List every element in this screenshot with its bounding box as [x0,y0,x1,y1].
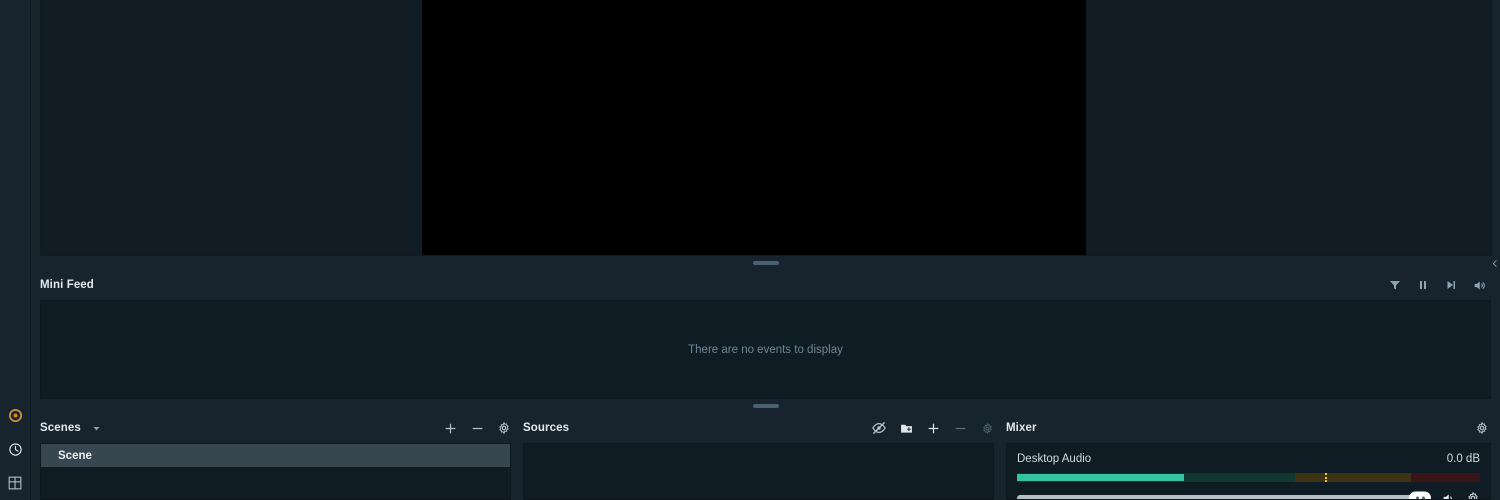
mini-feed-body: There are no events to display [40,300,1491,399]
pause-icon[interactable] [1416,278,1430,292]
add-scene-icon[interactable] [443,421,457,435]
remove-source-icon[interactable] [953,421,967,435]
app-window: Mini Feed There are no events to display… [0,0,1500,500]
preview-resize-handle[interactable] [31,256,1500,270]
main-content-column: Mini Feed There are no events to display… [31,0,1500,500]
layout-icon[interactable] [4,472,26,494]
preview-area [31,0,1500,256]
scenes-title: Scenes [40,422,81,434]
clock-icon[interactable] [4,438,26,460]
mini-feed-header: Mini Feed [40,270,1491,300]
preview-stage[interactable] [40,0,1492,256]
mixer-actions [1475,421,1491,435]
mixer-channel-db: 0.0 dB [1446,453,1480,465]
scene-list-item[interactable]: Scene [41,444,510,467]
vu-zone-yellow [1294,473,1411,482]
add-source-icon[interactable] [926,421,940,435]
mixer-channel-header: Desktop Audio 0.0 dB [1017,453,1480,465]
sources-header: Sources [523,413,994,443]
scenes-header: Scenes [40,413,511,443]
add-folder-icon[interactable] [899,421,913,435]
mixer-panel: Mixer Desktop Audio 0.0 dB [1006,413,1491,500]
skip-next-icon[interactable] [1444,278,1458,292]
mixer-channel: Desktop Audio 0.0 dB [1017,453,1480,499]
volume-row [1017,491,1480,499]
themes-icon[interactable] [4,404,26,426]
remove-scene-icon[interactable] [470,421,484,435]
scene-settings-icon[interactable] [497,421,511,435]
vu-level-fill [1017,473,1184,482]
filter-icon[interactable] [1388,278,1402,292]
scenes-panel: Scenes Scene [40,413,511,500]
mixer-settings-icon[interactable] [1475,421,1489,435]
scenes-title-group: Scenes [40,421,104,435]
volume-icon[interactable] [1472,278,1486,292]
mini-feed-resize-handle[interactable] [31,399,1500,413]
mixer-title: Mixer [1006,422,1037,434]
stream-canvas[interactable] [422,0,1086,255]
mute-icon[interactable] [1441,491,1455,499]
mixer-list: Desktop Audio 0.0 dB [1006,443,1491,500]
mini-feed-title: Mini Feed [40,279,94,291]
sources-actions [872,421,994,435]
mini-feed-actions [1388,278,1491,292]
mixer-header: Mixer [1006,413,1491,443]
volume-slider[interactable] [1017,491,1431,499]
mini-feed-panel: Mini Feed There are no events to display [31,270,1500,399]
volume-slider-thumb[interactable] [1409,491,1431,499]
vu-peak-marker [1324,473,1327,482]
sources-panel: Sources [523,413,994,500]
sources-title: Sources [523,422,570,434]
mixer-channel-name: Desktop Audio [1017,453,1092,465]
vu-zone-red [1410,473,1480,482]
left-nav-rail [0,0,31,500]
scenes-list[interactable]: Scene [40,443,511,500]
mini-feed-empty-message: There are no events to display [688,343,843,356]
collapse-panel-chevron[interactable] [1490,254,1500,272]
scene-item-label: Scene [58,449,92,462]
sources-list[interactable] [523,443,994,500]
audio-level-meter [1017,473,1480,482]
chevron-down-icon[interactable] [90,421,104,435]
scenes-actions [443,421,511,435]
bottom-dock: Scenes Scene Sources Mixer Desktop Audio… [31,413,1500,500]
audio-settings-icon[interactable] [1466,491,1480,499]
source-settings-icon[interactable] [980,421,994,435]
visibility-icon[interactable] [872,421,886,435]
